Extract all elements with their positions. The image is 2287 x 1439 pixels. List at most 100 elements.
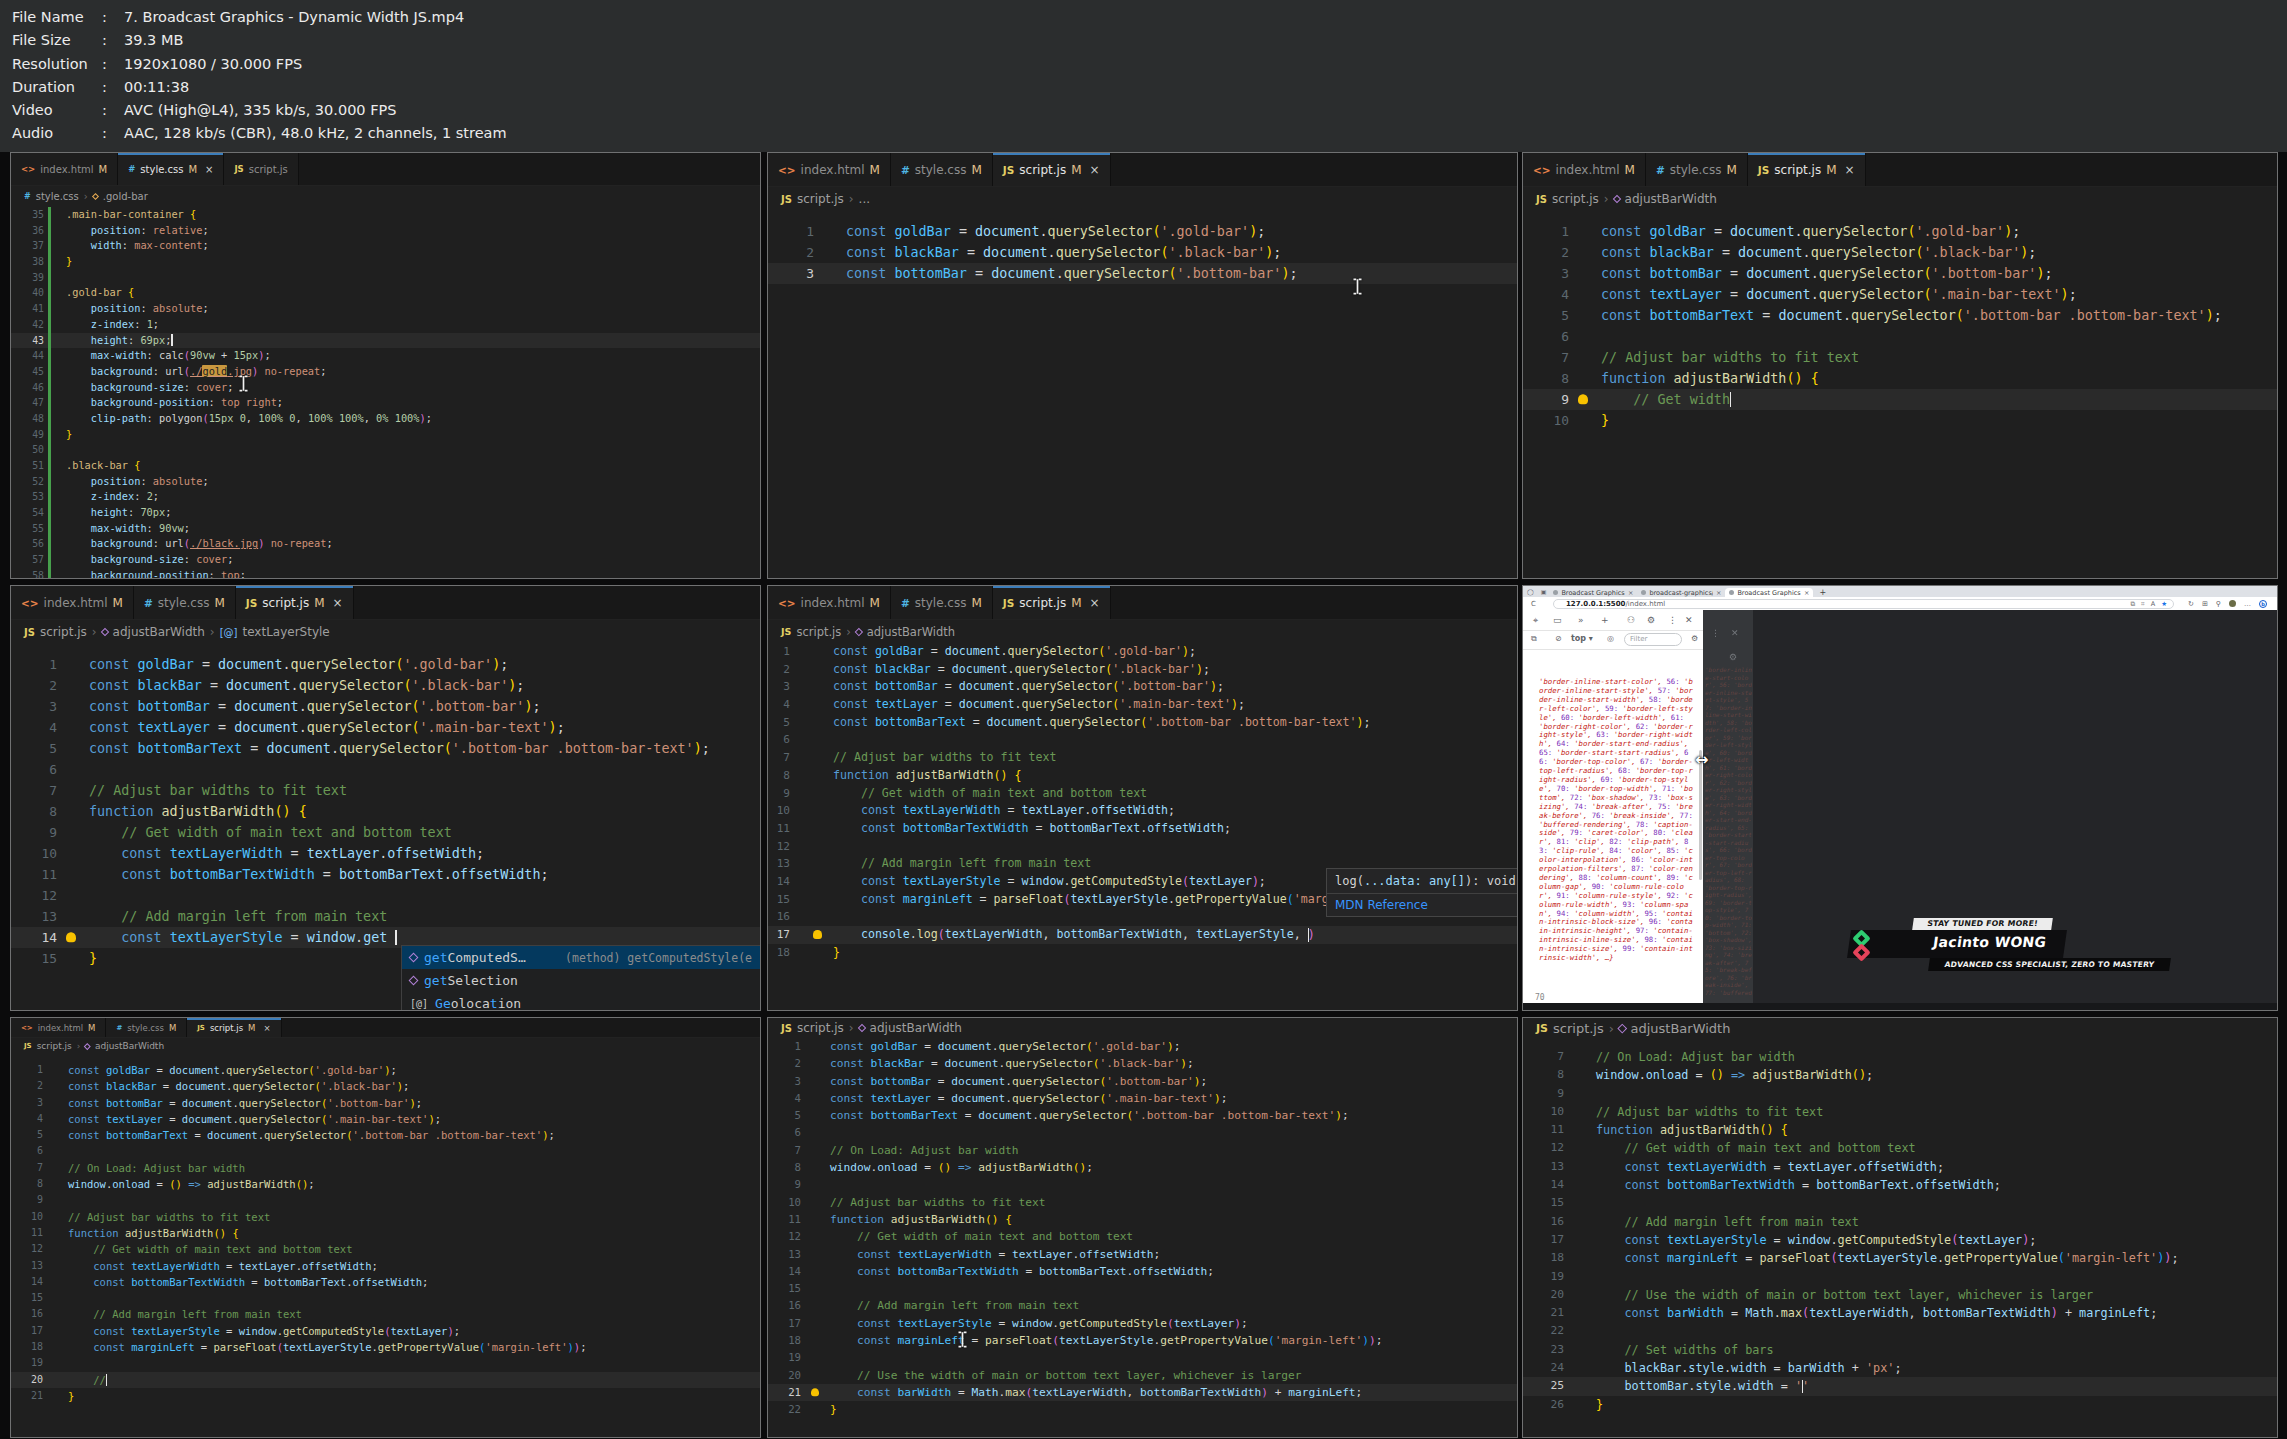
close-icon[interactable]: × bbox=[1716, 589, 1721, 597]
tab-script.js[interactable]: JSscript.jsM× bbox=[993, 586, 1111, 619]
code-line[interactable]: 4const textLayer = document.querySelecto… bbox=[768, 1090, 1517, 1107]
code-line[interactable]: 18 const marginLeft = parseFloat(textLay… bbox=[11, 1339, 760, 1355]
code-line[interactable]: 7// On Load: Adjust bar width bbox=[768, 1142, 1517, 1159]
code-line[interactable]: 36 position: relative; bbox=[11, 223, 760, 239]
code-line[interactable]: 10// Adjust bar widths to fit text bbox=[768, 1194, 1517, 1211]
code-line[interactable]: 13 // Add margin left from main text bbox=[11, 906, 760, 927]
code-line[interactable]: 4const textLayer = document.querySelecto… bbox=[11, 717, 760, 738]
code-line[interactable]: 35.main-bar-container { bbox=[11, 207, 760, 223]
browser-tab[interactable]: Broadcast Graphics× bbox=[1725, 588, 1813, 597]
breadcrumb-item[interactable]: script.js bbox=[797, 192, 844, 206]
code-line[interactable]: 9 bbox=[768, 1176, 1517, 1193]
code-line[interactable]: 19 bbox=[1523, 1268, 2277, 1286]
url-field[interactable]: 127.0.0.1:5500/index.html⧉⌗A★ bbox=[1553, 599, 2174, 609]
code-line[interactable]: 3const bottomBar = document.querySelecto… bbox=[768, 1073, 1517, 1090]
tab-index.html[interactable]: <>index.htmlM bbox=[11, 153, 118, 185]
profile-avatar[interactable] bbox=[2229, 600, 2236, 607]
code-line[interactable]: 11function adjustBarWidth() { bbox=[1523, 1121, 2277, 1139]
code-line[interactable]: 12 // Get width of main text and bottom … bbox=[768, 1228, 1517, 1245]
code-line[interactable]: 15 bbox=[11, 1290, 760, 1306]
code-line[interactable]: 21} bbox=[11, 1388, 760, 1404]
code-line[interactable]: 3const bottomBar = document.querySelecto… bbox=[11, 1095, 760, 1111]
close-icon[interactable]: × bbox=[1804, 589, 1809, 597]
code-line[interactable]: 8window.onload = () => adjustBarWidth(); bbox=[768, 1159, 1517, 1176]
url-icon[interactable]: A bbox=[2151, 600, 2155, 608]
code-line[interactable]: 45 background: url(./gold.jpg) no-repeat… bbox=[11, 364, 760, 380]
code-line[interactable]: 12 // Get width of main text and bottom … bbox=[1523, 1139, 2277, 1157]
close-icon[interactable]: × bbox=[1845, 163, 1855, 177]
breadcrumb-item[interactable]: .gold-bar bbox=[103, 191, 148, 202]
breadcrumb-item[interactable]: script.js bbox=[1552, 192, 1599, 206]
code-line[interactable]: 10 const textLayerWidth = textLayer.offs… bbox=[768, 802, 1517, 820]
code-line[interactable]: 43 height: 69px; bbox=[11, 333, 760, 349]
breadcrumb-item[interactable]: ... bbox=[859, 192, 870, 206]
devtools-icon[interactable]: ⚙ bbox=[1647, 615, 1655, 625]
code-line[interactable]: 2const blackBar = document.querySelector… bbox=[768, 661, 1517, 679]
breadcrumb-item[interactable]: style.css bbox=[36, 191, 79, 202]
devtools-icon[interactable]: ⚇ bbox=[1627, 615, 1635, 625]
action-icon[interactable]: ⊞ bbox=[2202, 600, 2208, 608]
code-line[interactable]: 48 clip-path: polygon(15px 0, 100% 0, 10… bbox=[11, 411, 760, 427]
new-tab-button[interactable]: + bbox=[1819, 588, 1826, 597]
devtools-icon[interactable]: ⌖ bbox=[1533, 615, 1538, 626]
eye-icon[interactable]: ◎ bbox=[1607, 634, 1614, 643]
code-line[interactable]: 25 bottomBar.style.width = '' bbox=[1523, 1377, 2277, 1395]
console-filter-input[interactable]: Filter bbox=[1624, 633, 1682, 646]
code-line[interactable]: 7// On Load: Adjust bar width bbox=[1523, 1048, 2277, 1066]
code-line[interactable]: 16 // Add margin left from main text bbox=[768, 1297, 1517, 1314]
code-line[interactable]: 39 bbox=[11, 270, 760, 286]
code-line[interactable]: 14 const bottomBarTextWidth = bottomBarT… bbox=[768, 1263, 1517, 1280]
code-line[interactable]: 7// On Load: Adjust bar width bbox=[11, 1160, 760, 1176]
code-line[interactable]: 10} bbox=[1523, 410, 2277, 431]
code-line[interactable]: 23 // Set widths of bars bbox=[1523, 1341, 2277, 1359]
code-line[interactable]: 13 const textLayerWidth = textLayer.offs… bbox=[768, 1246, 1517, 1263]
code-line[interactable]: 8function adjustBarWidth() { bbox=[768, 767, 1517, 785]
console-context-selector[interactable]: top ▾ bbox=[1571, 634, 1593, 643]
devtools-icon[interactable]: » bbox=[1578, 615, 1584, 625]
code-line[interactable]: 9 bbox=[1523, 1085, 2277, 1103]
code-line[interactable]: 20 // Use the width of main or bottom te… bbox=[1523, 1286, 2277, 1304]
code-line[interactable]: 47 background-position: top right; bbox=[11, 395, 760, 411]
code-line[interactable]: 1const goldBar = document.querySelector(… bbox=[768, 221, 1517, 242]
reload-icon[interactable]: C bbox=[1531, 600, 1536, 608]
tab-index.html[interactable]: <>index.htmlM bbox=[768, 586, 891, 619]
code-line[interactable]: 8window.onload = () => adjustBarWidth(); bbox=[11, 1176, 760, 1192]
code-area[interactable]: 7// On Load: Adjust bar width8window.onl… bbox=[1523, 1048, 2277, 1414]
code-line[interactable]: 8function adjustBarWidth() { bbox=[11, 801, 760, 822]
code-line[interactable]: 2const blackBar = document.querySelector… bbox=[11, 1078, 760, 1094]
breadcrumb-item[interactable]: script.js bbox=[796, 625, 841, 639]
code-line[interactable]: 49} bbox=[11, 427, 760, 443]
code-line[interactable]: 9 // Get width bbox=[1523, 389, 2277, 410]
tab-style.css[interactable]: #style.cssM bbox=[891, 586, 993, 619]
code-line[interactable]: 51.black-bar { bbox=[11, 458, 760, 474]
breadcrumb-item[interactable]: script.js bbox=[37, 1041, 72, 1051]
code-line[interactable]: 16 // Add margin left from main text bbox=[11, 1306, 760, 1322]
code-area[interactable]: 1const goldBar = document.querySelector(… bbox=[11, 654, 760, 969]
code-line[interactable]: 1const goldBar = document.querySelector(… bbox=[768, 643, 1517, 661]
code-line[interactable]: 14 const bottomBarTextWidth = bottomBarT… bbox=[11, 1274, 760, 1290]
url-icon[interactable]: ⧉ bbox=[2130, 600, 2135, 608]
code-line[interactable]: 6 bbox=[11, 1143, 760, 1159]
breadcrumb-item[interactable]: script.js bbox=[40, 625, 87, 639]
mdn-reference-link[interactable]: MDN Reference bbox=[1327, 894, 1517, 916]
suggest-item[interactable]: getSelection bbox=[402, 969, 760, 992]
code-line[interactable]: 6 bbox=[768, 731, 1517, 749]
code-line[interactable]: 15 bbox=[768, 1280, 1517, 1297]
code-line[interactable]: 44 max-width: calc(90vw + 15px); bbox=[11, 348, 760, 364]
code-line[interactable]: 41 position: absolute; bbox=[11, 301, 760, 317]
code-line[interactable]: 4const textLayer = document.querySelecto… bbox=[768, 696, 1517, 714]
code-line[interactable]: 16 // Add margin left from main text bbox=[1523, 1213, 2277, 1231]
tab-script.js[interactable]: JSscript.jsM× bbox=[1748, 153, 1866, 186]
close-icon[interactable]: × bbox=[333, 596, 343, 610]
code-line[interactable]: 21 const barWidth = Math.max(textLayerWi… bbox=[1523, 1304, 2277, 1322]
code-line[interactable]: 12 // Get width of main text and bottom … bbox=[11, 1241, 760, 1257]
tab-script.js[interactable]: JSscript.jsM× bbox=[993, 153, 1111, 186]
close-icon[interactable]: × bbox=[1090, 596, 1100, 610]
code-area[interactable]: 1const goldBar = document.querySelector(… bbox=[768, 1038, 1517, 1419]
browser-tab[interactable]: broadcast-graphics/gold.jpg× bbox=[1637, 588, 1725, 597]
breadcrumb-item[interactable]: adjustBarWidth bbox=[867, 625, 955, 639]
code-line[interactable]: 11function adjustBarWidth() { bbox=[768, 1211, 1517, 1228]
code-line[interactable]: 1const goldBar = document.querySelector(… bbox=[1523, 221, 2277, 242]
code-line[interactable]: 3const bottomBar = document.querySelecto… bbox=[768, 678, 1517, 696]
tab-style.css[interactable]: #style.cssM bbox=[891, 153, 993, 186]
